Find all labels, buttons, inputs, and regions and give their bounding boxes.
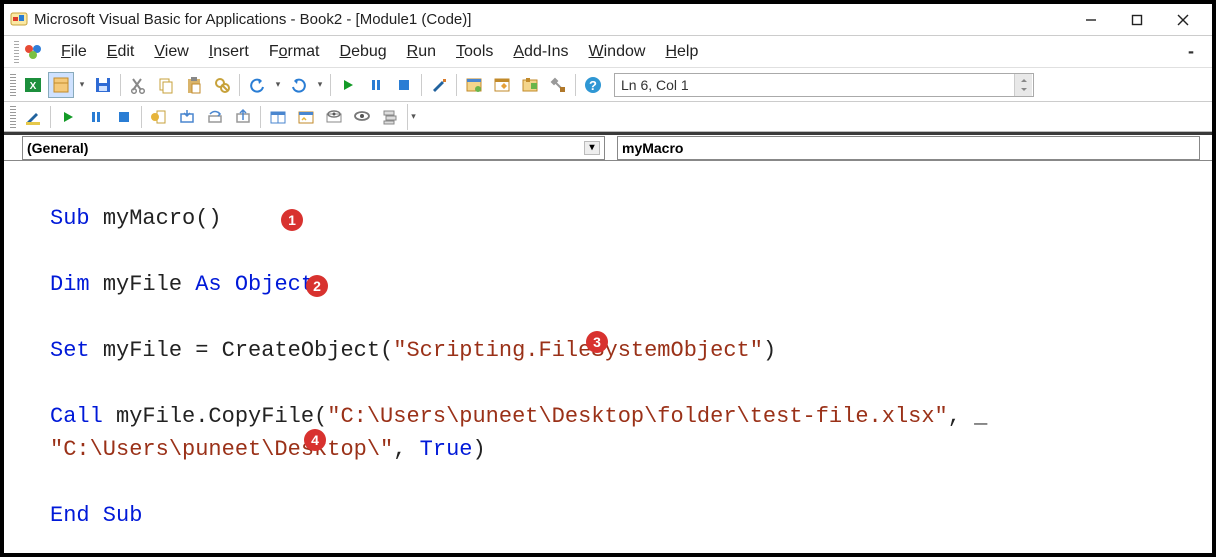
mdi-restore-button[interactable]: - — [1178, 42, 1204, 62]
immediate-window-button[interactable] — [293, 104, 319, 130]
grip-icon — [14, 41, 19, 63]
code-editor[interactable]: Sub myMacro() Dim myFile As Object Set m… — [46, 161, 1212, 553]
menu-help[interactable]: Help — [655, 39, 708, 65]
procedure-combobox[interactable]: myMacro — [617, 136, 1200, 160]
design-mode-button[interactable] — [426, 72, 452, 98]
menu-format[interactable]: Format — [259, 39, 330, 65]
annotation-badge-3: 3 — [586, 331, 608, 353]
design-mode-button-2[interactable] — [20, 104, 46, 130]
insert-module-button[interactable] — [48, 72, 74, 98]
close-button[interactable] — [1160, 5, 1206, 35]
annotation-badge-2: 2 — [306, 275, 328, 297]
toolbar-overflow[interactable]: ▾ — [407, 104, 419, 130]
menu-file[interactable]: File — [51, 39, 97, 65]
chevron-down-icon: ▾ — [584, 141, 600, 155]
code-keyword: Call — [50, 404, 116, 429]
step-out-button[interactable] — [230, 104, 256, 130]
menu-tools[interactable]: Tools — [446, 39, 503, 65]
reset-button[interactable] — [391, 72, 417, 98]
scrollbar-stub[interactable] — [1014, 74, 1032, 96]
object-combobox-value: (General) — [27, 140, 88, 156]
menu-view[interactable]: View — [144, 39, 198, 65]
cursor-position-text: Ln 6, Col 1 — [621, 77, 689, 93]
paste-button[interactable] — [181, 72, 207, 98]
code-string: "C:\Users\puneet\Desktop\folder\test-fil… — [327, 404, 948, 429]
debug-toolbar: ▾ — [4, 102, 1212, 132]
window-title: Microsoft Visual Basic for Applications … — [34, 11, 471, 28]
locals-window-button[interactable] — [265, 104, 291, 130]
maximize-button[interactable] — [1114, 5, 1160, 35]
step-into-button[interactable] — [174, 104, 200, 130]
svg-text:X: X — [30, 81, 37, 92]
vba-icon — [23, 41, 45, 63]
code-pane-header: (General) ▾ myMacro — [4, 132, 1212, 160]
toolbox-button[interactable] — [545, 72, 571, 98]
save-button[interactable] — [90, 72, 116, 98]
properties-window-button[interactable] — [489, 72, 515, 98]
menu-insert[interactable]: Insert — [199, 39, 259, 65]
break-button[interactable] — [363, 72, 389, 98]
code-text: myMacro() — [103, 206, 222, 231]
cut-button[interactable] — [125, 72, 151, 98]
object-combobox[interactable]: (General) ▾ — [22, 136, 605, 160]
code-keyword: Set — [50, 338, 103, 363]
insert-dropdown[interactable]: ▾ — [76, 72, 88, 98]
undo-dropdown[interactable]: ▾ — [272, 72, 284, 98]
code-text: myFile.CopyFile( — [116, 404, 327, 429]
step-over-button[interactable] — [202, 104, 228, 130]
watch-window-button[interactable] — [321, 104, 347, 130]
code-text: , _ — [948, 404, 988, 429]
margin-indicator-bar[interactable] — [4, 161, 46, 553]
menu-window[interactable]: Window — [579, 39, 656, 65]
minimize-button[interactable] — [1068, 5, 1114, 35]
menu-edit[interactable]: Edit — [97, 39, 145, 65]
code-text: myFile — [103, 272, 195, 297]
code-text: , — [393, 437, 419, 462]
copy-button[interactable] — [153, 72, 179, 98]
code-keyword: Dim — [50, 272, 103, 297]
reset-button-2[interactable] — [111, 104, 137, 130]
run-button-2[interactable] — [55, 104, 81, 130]
code-keyword: Sub — [50, 206, 103, 231]
svg-text:?: ? — [589, 78, 597, 93]
code-string: "Scripting.FileSystemObject" — [393, 338, 763, 363]
procedure-combobox-value: myMacro — [622, 140, 683, 156]
code-text: ) — [763, 338, 776, 363]
toggle-breakpoint-button[interactable] — [146, 104, 172, 130]
project-explorer-button[interactable] — [461, 72, 487, 98]
run-button[interactable] — [335, 72, 361, 98]
undo-button[interactable] — [244, 72, 270, 98]
menu-bar: File Edit View Insert Format Debug Run T… — [4, 36, 1212, 68]
code-keyword: As Object — [195, 272, 314, 297]
code-keyword: True — [420, 437, 473, 462]
view-excel-button[interactable]: X — [20, 72, 46, 98]
object-browser-button[interactable] — [517, 72, 543, 98]
grip-icon — [10, 74, 16, 96]
menu-addins[interactable]: Add-Ins — [503, 39, 578, 65]
code-pane[interactable]: Sub myMacro() Dim myFile As Object Set m… — [4, 160, 1212, 553]
vba-editor-window: Microsoft Visual Basic for Applications … — [4, 4, 1212, 553]
app-icon — [10, 11, 28, 29]
quick-watch-button[interactable] — [349, 104, 375, 130]
find-button[interactable] — [209, 72, 235, 98]
break-button-2[interactable] — [83, 104, 109, 130]
cursor-position-box: Ln 6, Col 1 — [614, 73, 1034, 97]
code-text: ) — [472, 437, 485, 462]
annotation-badge-1: 1 — [281, 209, 303, 231]
help-button[interactable]: ? — [580, 72, 606, 98]
redo-dropdown[interactable]: ▾ — [314, 72, 326, 98]
code-text: myFile = CreateObject( — [103, 338, 393, 363]
standard-toolbar: X ▾ ▾ ▾ — [4, 68, 1212, 102]
menu-run[interactable]: Run — [397, 39, 446, 65]
code-keyword: End Sub — [50, 503, 142, 528]
redo-button[interactable] — [286, 72, 312, 98]
title-bar: Microsoft Visual Basic for Applications … — [4, 4, 1212, 36]
grip-icon — [10, 106, 16, 128]
annotation-badge-4: 4 — [304, 429, 326, 451]
menu-debug[interactable]: Debug — [330, 39, 397, 65]
call-stack-button[interactable] — [377, 104, 403, 130]
code-string: "C:\Users\puneet\Desktop\" — [50, 437, 393, 462]
